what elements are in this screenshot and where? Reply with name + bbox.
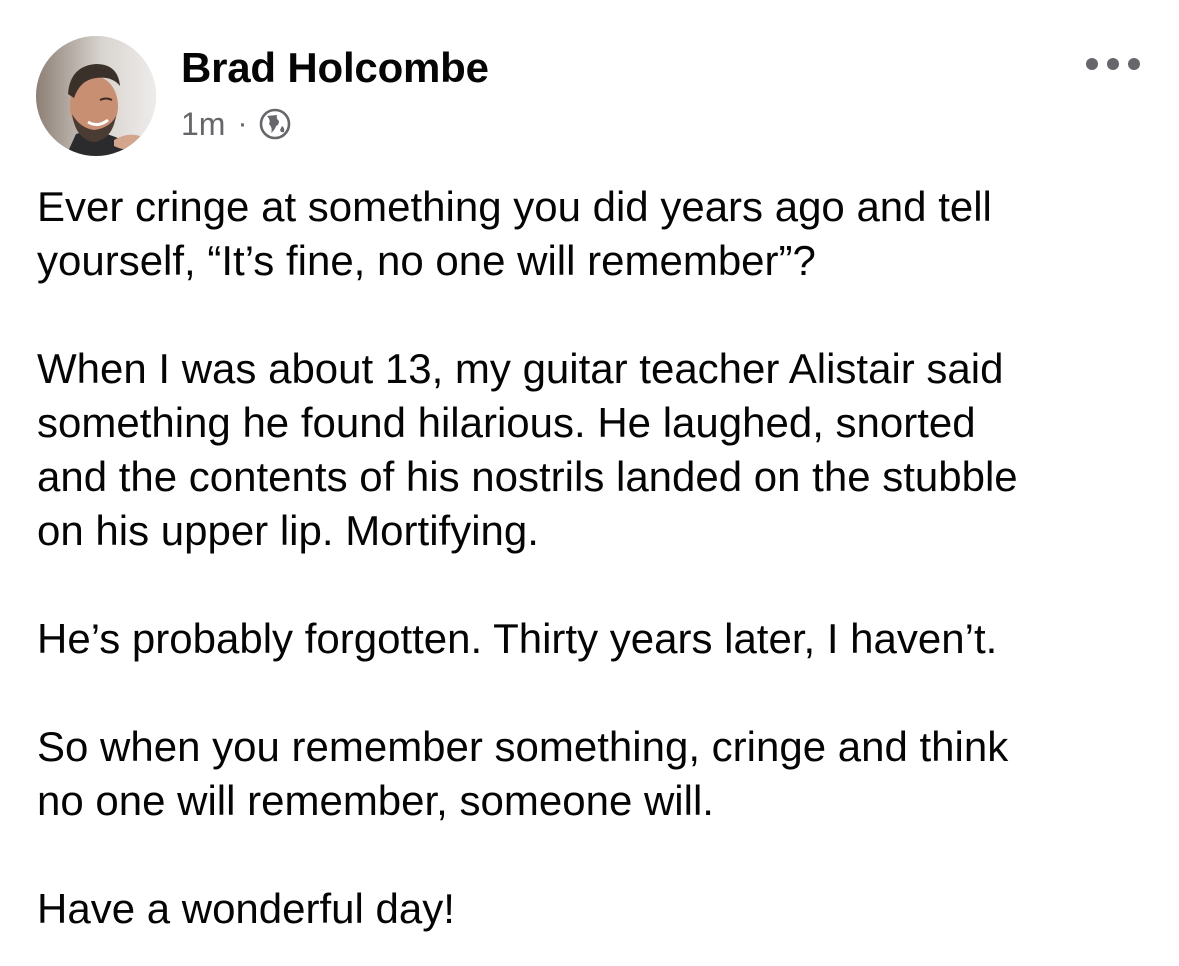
globe-icon[interactable] — [257, 106, 293, 142]
post-line: and the contents of his nostrils landed … — [37, 453, 1018, 500]
more-options-icon[interactable] — [1086, 52, 1140, 76]
post-line: When I was about 13, my guitar teacher A… — [37, 345, 1004, 392]
facebook-post: Brad Holcombe 1m · Ever cringe at someth… — [0, 0, 1179, 966]
post-line: yourself, “It’s fine, no one will rememb… — [37, 237, 816, 284]
post-paragraph: When I was about 13, my guitar teacher A… — [37, 342, 1162, 558]
post-line: on his upper lip. Mortifying. — [37, 507, 539, 554]
post-meta: 1m · — [181, 104, 293, 144]
author-avatar[interactable] — [36, 36, 156, 156]
more-dot — [1128, 58, 1140, 70]
post-body: Ever cringe at something you did years a… — [37, 180, 1162, 936]
post-line: He’s probably forgotten. Thirty years la… — [37, 615, 998, 662]
post-paragraph: So when you remember something, cringe a… — [37, 720, 1162, 828]
more-dot — [1086, 58, 1098, 70]
meta-separator: · — [237, 107, 248, 140]
post-paragraph: Have a wonderful day! — [37, 882, 1162, 936]
post-line: Have a wonderful day! — [37, 885, 455, 932]
post-line: Ever cringe at something you did years a… — [37, 183, 992, 230]
post-line: So when you remember something, cringe a… — [37, 723, 1009, 770]
author-name[interactable]: Brad Holcombe — [181, 44, 489, 92]
post-timestamp[interactable]: 1m — [181, 106, 225, 143]
post-paragraph: He’s probably forgotten. Thirty years la… — [37, 612, 1162, 666]
post-line: something he found hilarious. He laughed… — [37, 399, 976, 446]
post-paragraph: Ever cringe at something you did years a… — [37, 180, 1162, 288]
more-dot — [1107, 58, 1119, 70]
post-line: no one will remember, someone will. — [37, 777, 714, 824]
